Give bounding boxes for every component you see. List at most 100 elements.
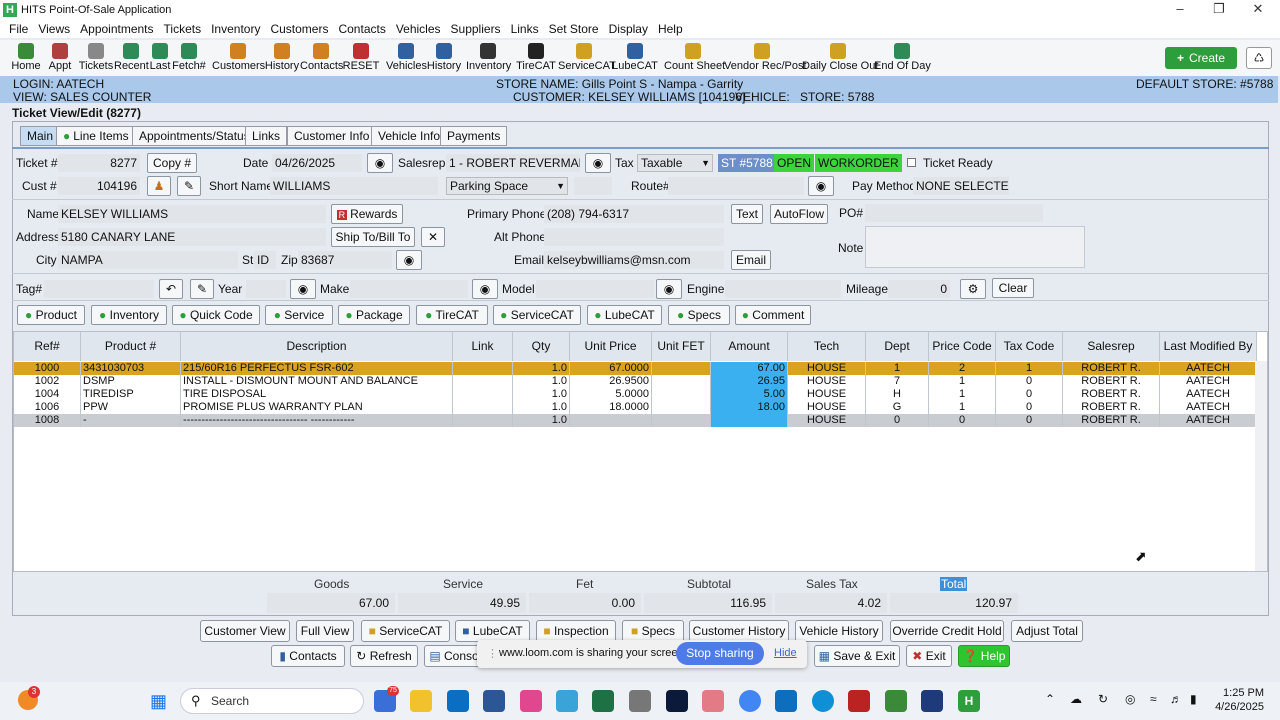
col-price-code[interactable]: Price Code bbox=[929, 332, 996, 361]
microphone-icon[interactable]: ◎ bbox=[1125, 692, 1135, 706]
dell-icon[interactable] bbox=[447, 690, 469, 712]
toolbar-servicecat[interactable]: ServiceCAT bbox=[558, 40, 616, 76]
help-button[interactable]: ❓ Help bbox=[958, 645, 1010, 667]
add-package-button[interactable]: ● Package bbox=[338, 305, 410, 325]
tag-undo-button[interactable]: ↶ bbox=[159, 279, 183, 299]
toolbar-lubecat[interactable]: LubeCAT bbox=[612, 40, 658, 76]
menu-inventory[interactable]: Inventory bbox=[211, 22, 260, 36]
cell-description[interactable]: TIRE DISPOSAL bbox=[181, 388, 453, 401]
address-field[interactable]: 5180 CANARY LANE bbox=[58, 228, 326, 246]
edge-icon[interactable] bbox=[812, 690, 834, 712]
email-field[interactable]: kelseybwilliams@msn.com bbox=[544, 251, 724, 269]
make-view-button[interactable]: ◉ bbox=[472, 279, 498, 299]
mileage-field[interactable]: 0 bbox=[888, 280, 950, 298]
toolbar-appt[interactable]: Appt bbox=[46, 40, 74, 76]
toolbar-daily-close-out[interactable]: Daily Close Out bbox=[802, 40, 878, 76]
table-row[interactable]: 1002 DSMP INSTALL - DISMOUNT MOUNT AND BAL… bbox=[14, 375, 1257, 388]
vehicle-edit-button[interactable]: ✎ bbox=[190, 279, 214, 299]
app-icon[interactable] bbox=[885, 690, 907, 712]
tab-line-items[interactable]: ● Line Items bbox=[56, 126, 136, 146]
col-unit-price[interactable]: Unit Price bbox=[570, 332, 652, 361]
col-ref[interactable]: Ref# bbox=[14, 332, 81, 361]
cell-tax-code[interactable]: 1 bbox=[996, 362, 1063, 375]
engine-field[interactable] bbox=[725, 280, 841, 298]
toolbar-recent[interactable]: Recent bbox=[114, 40, 149, 76]
sync-icon[interactable]: ↻ bbox=[1098, 692, 1108, 706]
wifi-icon[interactable]: ≈ bbox=[1150, 692, 1157, 706]
stop-sharing-button[interactable]: Stop sharing bbox=[676, 642, 764, 665]
cell-tech[interactable]: HOUSE bbox=[788, 362, 866, 375]
cell-last-modified-by[interactable]: AATECH bbox=[1160, 388, 1257, 401]
cell-product-number[interactable]: - bbox=[81, 414, 181, 427]
date-field[interactable]: 04/26/2025 bbox=[272, 154, 362, 172]
network-tray-icon[interactable]: ☁ bbox=[1070, 692, 1082, 706]
cell-description[interactable]: PROMISE PLUS WARRANTY PLAN bbox=[181, 401, 453, 414]
cell-amount[interactable]: 26.95 bbox=[711, 375, 788, 388]
cell-dept[interactable]: 1 bbox=[866, 362, 929, 375]
cell-qty[interactable]: 1.0 bbox=[513, 401, 570, 414]
line-items-table[interactable]: Ref# Product # Description Link Qty Unit… bbox=[13, 331, 1268, 572]
toolbar-count-sheet[interactable]: Count Sheet bbox=[664, 40, 725, 76]
table-row[interactable]: 1008- ---------------------------------- … bbox=[14, 414, 1257, 427]
menu-customers[interactable]: Customers bbox=[270, 22, 328, 36]
salesrep-field[interactable]: 1 - ROBERT REVERMANN bbox=[446, 154, 580, 172]
menu-help[interactable]: Help bbox=[658, 22, 683, 36]
cell-tech[interactable]: HOUSE bbox=[788, 401, 866, 414]
add-product-button[interactable]: ● Product bbox=[17, 305, 85, 325]
tab-appointments-status[interactable]: Appointments/Status bbox=[132, 126, 257, 146]
note-field[interactable] bbox=[865, 226, 1085, 268]
tab-payments[interactable]: Payments bbox=[440, 126, 508, 146]
menu-display[interactable]: Display bbox=[609, 22, 648, 36]
salesrep-view-button[interactable]: ◉ bbox=[585, 153, 611, 173]
create-button[interactable]: + Create bbox=[1165, 47, 1237, 69]
cell-salesrep[interactable]: ROBERT R. bbox=[1063, 401, 1160, 414]
exit-button[interactable]: ✖ Exit bbox=[906, 645, 952, 667]
ticket-number-field[interactable]: 8277 bbox=[58, 154, 140, 172]
chevron-up-icon[interactable]: ⌃ bbox=[1045, 692, 1055, 706]
servicecat-button[interactable]: ■ ServiceCAT bbox=[361, 620, 450, 642]
file-explorer-icon[interactable] bbox=[410, 690, 432, 712]
clock-date[interactable]: 4/26/2025 bbox=[1212, 701, 1264, 713]
toolbar-home[interactable]: Home bbox=[10, 40, 42, 76]
close-icon[interactable]: ✕ bbox=[1248, 1, 1268, 17]
customer-lookup-button[interactable]: ♟ bbox=[147, 176, 171, 196]
add-tirecat-button[interactable]: ● TireCAT bbox=[416, 305, 488, 325]
year-field[interactable] bbox=[246, 280, 286, 298]
cell-unit-price[interactable]: 67.0000 bbox=[570, 362, 652, 375]
cell-product-number[interactable]: TIREDISP bbox=[81, 388, 181, 401]
make-field[interactable] bbox=[350, 280, 468, 298]
cell-amount[interactable]: 18.00 bbox=[711, 401, 788, 414]
cell-qty[interactable]: 1.0 bbox=[513, 362, 570, 375]
cell-amount[interactable]: 67.00 bbox=[711, 362, 788, 375]
tab-vehicle-info[interactable]: Vehicle Info bbox=[371, 126, 448, 146]
windows-start-icon[interactable]: ▦ bbox=[150, 691, 170, 711]
volume-icon[interactable]: ♬ bbox=[1170, 692, 1182, 706]
menu-suppliers[interactable]: Suppliers bbox=[451, 22, 501, 36]
zip-view-button[interactable]: ◉ bbox=[396, 250, 422, 270]
full-view-button[interactable]: Full View bbox=[296, 620, 354, 642]
menu-tickets[interactable]: Tickets bbox=[164, 22, 202, 36]
cell-price-code[interactable]: 1 bbox=[929, 388, 996, 401]
add-service-button[interactable]: ● Service bbox=[265, 305, 333, 325]
cell-dept[interactable]: 0 bbox=[866, 414, 929, 427]
restore-icon[interactable]: ❐ bbox=[1209, 1, 1229, 17]
app-icon[interactable] bbox=[556, 690, 578, 712]
cell-qty[interactable]: 1.0 bbox=[513, 375, 570, 388]
cell-ref[interactable]: 1004 bbox=[14, 388, 81, 401]
text-button[interactable]: Text bbox=[731, 204, 763, 224]
toolbar-vehicle-history[interactable]: History bbox=[426, 40, 462, 76]
toolbar-inventory[interactable]: Inventory bbox=[466, 40, 511, 76]
model-view-button[interactable]: ◉ bbox=[656, 279, 682, 299]
alt-phone-field[interactable] bbox=[544, 228, 724, 246]
menu-links[interactable]: Links bbox=[511, 22, 539, 36]
city-field[interactable]: NAMPA bbox=[58, 251, 238, 269]
col-link[interactable]: Link bbox=[453, 332, 513, 361]
col-tech[interactable]: Tech bbox=[788, 332, 866, 361]
state-field[interactable]: ID bbox=[254, 251, 276, 269]
toolbar-tirecat[interactable]: TireCAT bbox=[516, 40, 556, 76]
cell-unit-fet[interactable] bbox=[652, 414, 711, 427]
cell-amount[interactable]: 5.00 bbox=[711, 388, 788, 401]
cell-price-code[interactable]: 1 bbox=[929, 401, 996, 414]
cell-tax-code[interactable]: 0 bbox=[996, 375, 1063, 388]
filezilla-icon[interactable] bbox=[848, 690, 870, 712]
